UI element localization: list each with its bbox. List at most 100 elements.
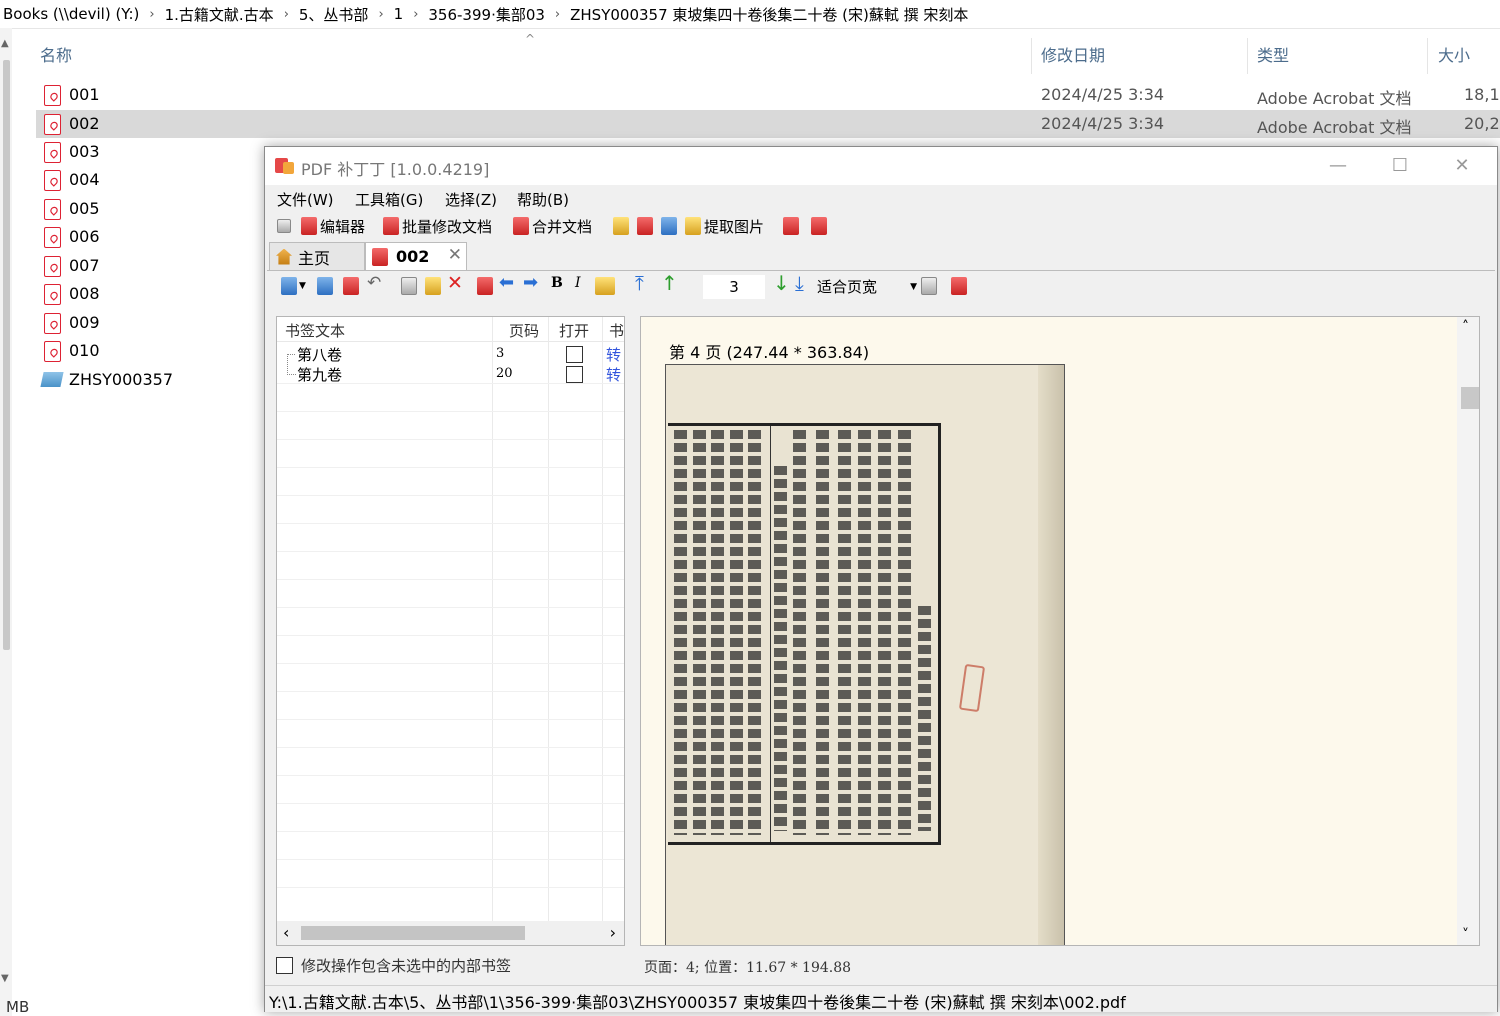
new-icon[interactable] <box>281 277 297 295</box>
copy-icon[interactable] <box>401 277 417 295</box>
text-column <box>918 606 931 831</box>
scroll-up-icon[interactable]: ˄ <box>1462 319 1469 335</box>
file-name: 004 <box>69 170 100 189</box>
arrow-left-icon[interactable]: ⬅ <box>499 272 514 293</box>
bookmark-open-checkbox[interactable] <box>566 366 583 383</box>
color-palette-icon[interactable] <box>595 277 615 295</box>
menu-select[interactable]: 选择(Z) <box>445 189 497 210</box>
bookmark-title[interactable]: 第九卷 <box>297 364 342 385</box>
header-extra[interactable]: 书 <box>609 320 624 341</box>
bookmark-page[interactable]: 20 <box>496 366 513 381</box>
breadcrumb-item[interactable]: ZHSY000357 東坡集四十卷後集二十卷 (宋)蘇軾 撰 宋刻本 <box>567 4 971 25</box>
page-number-input[interactable]: 3 <box>703 275 765 299</box>
folder-icon <box>40 372 64 387</box>
delete-icon[interactable]: ✕ <box>447 272 463 294</box>
breadcrumb-item[interactable]: 5、丛书部 <box>296 4 372 25</box>
bookmark-action-link[interactable]: 转 <box>606 344 621 365</box>
scroll-right-icon[interactable]: › <box>610 923 616 942</box>
bold-icon[interactable]: B <box>551 275 563 291</box>
dropdown-arrow-icon[interactable]: ▼ <box>299 281 306 291</box>
tool-split-button[interactable] <box>637 214 656 238</box>
tab-home-label: 主页 <box>298 248 331 268</box>
status-bar: Y:\1.古籍文献.古本\5、丛书部\1\356-399·集部03\ZHSY00… <box>265 985 1497 1012</box>
column-divider <box>1031 38 1032 74</box>
pdf-viewer[interactable]: 第 4 页 (247.44 * 363.84) ˄ ˅ <box>640 316 1480 946</box>
close-tab-icon[interactable]: ✕ <box>448 245 462 265</box>
tool-export-button[interactable] <box>811 214 830 238</box>
bookmark-row[interactable]: 第八卷 3 转 <box>277 344 624 364</box>
column-type[interactable]: 类型 <box>1257 38 1289 78</box>
include-unselected-checkbox[interactable] <box>276 957 293 974</box>
next-page-icon[interactable]: ↓ <box>773 271 790 295</box>
header-bookmark-text[interactable]: 书签文本 <box>285 320 345 341</box>
breadcrumb-item[interactable]: Books (\\devil) (Y:) <box>0 5 142 23</box>
file-type: Adobe Acrobat 文档 <box>1257 89 1412 108</box>
chevron-right-icon: › <box>378 6 384 22</box>
convert-icon <box>783 217 799 235</box>
include-unselected-option[interactable]: 修改操作包含未选中的内部书签 <box>276 955 511 976</box>
batch-modify-button[interactable]: 批量修改文档 <box>383 214 492 238</box>
extract-images-button[interactable]: 提取图片 <box>685 214 764 238</box>
column-date[interactable]: 修改日期 <box>1041 38 1105 78</box>
file-row[interactable]: 002 2024/4/25 3:34 Adobe Acrobat 文档 20,2… <box>36 110 1500 138</box>
paste-icon[interactable] <box>425 277 441 295</box>
pdf-export-icon[interactable] <box>951 277 967 295</box>
title-bar[interactable]: PDF 补丁丁 [1.0.0.4219] — ☐ ✕ <box>265 147 1497 185</box>
merge-button[interactable]: 合并文档 <box>513 214 592 238</box>
extract-images-label: 提取图片 <box>704 217 765 236</box>
viewer-vscrollbar[interactable]: ˄ ˅ <box>1457 317 1479 945</box>
tab-home[interactable]: 主页 <box>269 242 365 270</box>
file-row[interactable]: 001 2024/4/25 3:34 Adobe Acrobat 文档 18,1… <box>36 81 1500 109</box>
bookmark-page[interactable]: 3 <box>496 346 504 361</box>
zoom-value: 适合页宽 <box>817 278 878 296</box>
first-page-icon[interactable]: ⤒ <box>635 271 644 295</box>
last-page-icon[interactable]: ⤓ <box>795 271 804 295</box>
scrollbar-thumb[interactable] <box>301 926 525 940</box>
breadcrumb-item[interactable]: 1.古籍文献.古本 <box>162 4 277 25</box>
cursor-position: 页面：4; 位置：11.67 * 194.88 <box>644 960 852 976</box>
breadcrumb-item[interactable]: 356-399·集部03 <box>425 4 548 25</box>
minimize-button[interactable]: — <box>1307 147 1369 185</box>
bookmark-action-link[interactable]: 转 <box>606 364 621 385</box>
scroll-down-icon[interactable]: ˅ <box>1462 927 1469 943</box>
save-as-icon[interactable] <box>343 277 359 295</box>
undo-icon[interactable]: ↶ <box>367 273 381 293</box>
scroll-up-icon[interactable]: ▲ <box>1 38 9 49</box>
grid-line <box>277 411 624 412</box>
header-page[interactable]: 页码 <box>509 320 539 341</box>
view-options-icon[interactable] <box>921 277 937 295</box>
bookmark-open-checkbox[interactable] <box>566 346 583 363</box>
tab-document[interactable]: 002 ✕ <box>365 242 467 270</box>
italic-icon[interactable]: I <box>575 275 581 291</box>
scroll-left-icon[interactable]: ‹ <box>283 923 289 942</box>
image-icon <box>685 217 701 235</box>
prev-page-icon[interactable]: ↑ <box>661 271 678 295</box>
merge-icon <box>513 217 529 235</box>
menu-toolbox[interactable]: 工具箱(G) <box>355 189 423 210</box>
scroll-down-icon[interactable]: ▼ <box>1 973 9 984</box>
editor-button[interactable]: 编辑器 <box>301 214 365 238</box>
bookmark-row[interactable]: 第九卷 20 转 <box>277 354 624 385</box>
save-icon[interactable] <box>317 277 333 295</box>
scrollbar-thumb[interactable] <box>1461 387 1479 409</box>
bookmark-panel: 书签文本 页码 打开 书 第八卷 3 转 第九卷 20 转 ‹ › <box>276 316 625 946</box>
explorer-scrollbar[interactable]: ▲ ▼ <box>0 28 12 1016</box>
menu-help[interactable]: 帮助(B) <box>517 189 569 210</box>
close-button[interactable]: ✕ <box>1431 147 1493 185</box>
scrollbar-thumb[interactable] <box>3 60 10 650</box>
bookmark-title[interactable]: 第八卷 <box>297 344 342 365</box>
tool-wand-button[interactable] <box>613 214 632 238</box>
tool-convert-button[interactable] <box>783 214 802 238</box>
bookmark-icon[interactable] <box>477 277 493 295</box>
zoom-select[interactable]: 适合页宽 ▼ <box>817 275 917 299</box>
tool-ocr-button[interactable] <box>661 214 680 238</box>
breadcrumb-item[interactable]: 1 <box>391 5 407 23</box>
maximize-button[interactable]: ☐ <box>1369 147 1431 185</box>
arrow-right-icon[interactable]: ➡ <box>523 272 538 293</box>
text-column <box>898 430 911 835</box>
header-open[interactable]: 打开 <box>559 320 589 341</box>
bookmark-hscrollbar[interactable]: ‹ › <box>277 921 624 945</box>
column-name[interactable]: 名称 <box>40 38 72 78</box>
column-size[interactable]: 大小 <box>1438 38 1470 78</box>
menu-file[interactable]: 文件(W) <box>277 189 334 210</box>
